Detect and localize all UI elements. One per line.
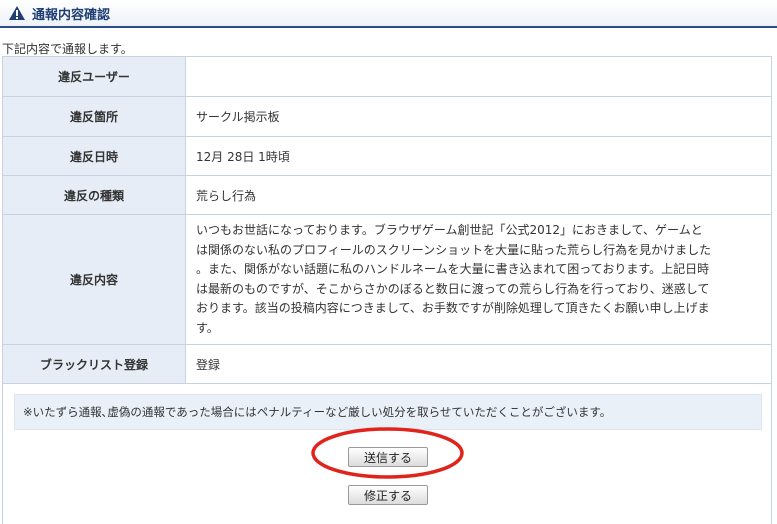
- content-line: 。また、関係がない話題に私のハンドルネームを大量に書き込まれて困っております。上…: [196, 262, 710, 276]
- penalty-notice: ※いたずら通報､虚偽の通報であった場合にはペナルティーなど厳しい処分を取らせてい…: [14, 394, 762, 430]
- table-row: 違反日時 12月 28日 1時頃: [2, 136, 772, 176]
- content-line: は最新のものですが、そこからさかのぼると数日に渡っての荒らし行為を行っており、迷…: [196, 281, 710, 296]
- row-value-content: いつもお世話になっております。ブラウザゲーム創世記「公式2012」におきまして、…: [185, 214, 772, 345]
- intro-text: 下記内容で通報します。: [2, 42, 133, 56]
- row-label-blacklist: ブラックリスト登録: [2, 344, 186, 384]
- edit-button[interactable]: 修正する: [348, 485, 428, 505]
- row-value-blacklist: 登録: [185, 344, 772, 384]
- table-row: 違反内容 いつもお世話になっております。ブラウザゲーム創世記「公式2012」にお…: [2, 214, 772, 345]
- page-title: 通報内容確認: [32, 7, 111, 23]
- row-label-violating-user: 違反ユーザー: [2, 56, 186, 97]
- row-value-datetime: 12月 28日 1時頃: [185, 136, 772, 176]
- row-value-violating-user: [185, 56, 772, 97]
- row-label-content: 違反内容: [2, 214, 186, 345]
- content-line: す。: [196, 320, 219, 335]
- confirm-panel: ※いたずら通報､虚偽の通報であった場合にはペナルティーなど厳しい処分を取らせてい…: [2, 383, 772, 524]
- row-value-violation-type: 荒らし行為: [185, 175, 772, 215]
- content-line: は関係のない私のプロフィールのスクリーンショットを大量に貼った荒らし行為を見かけ…: [196, 242, 712, 257]
- row-value-location: サークル掲示板: [185, 96, 772, 137]
- content-line: いつもお世話になっております。ブラウザゲーム創世記「公式2012」におきまして、…: [196, 223, 703, 237]
- table-row: ブラックリスト登録 登録: [2, 344, 772, 384]
- row-label-violation-type: 違反の種類: [2, 175, 186, 215]
- table-row: 違反箇所 サークル掲示板: [2, 96, 772, 137]
- report-table: 違反ユーザー 違反箇所 サークル掲示板 違反日時 12月 28日 1時頃 違反の…: [2, 56, 772, 384]
- row-label-datetime: 違反日時: [2, 136, 186, 176]
- warning-icon: [9, 6, 25, 20]
- submit-button[interactable]: 送信する: [348, 447, 428, 467]
- page-header: 通報内容確認: [0, 0, 777, 28]
- row-label-location: 違反箇所: [2, 96, 186, 137]
- table-row: 違反の種類 荒らし行為: [2, 175, 772, 215]
- content-line: おります。該当の投稿内容につきまして、お手数ですが削除処理して頂きたくお願い申し…: [196, 301, 710, 315]
- table-row: 違反ユーザー: [2, 56, 772, 97]
